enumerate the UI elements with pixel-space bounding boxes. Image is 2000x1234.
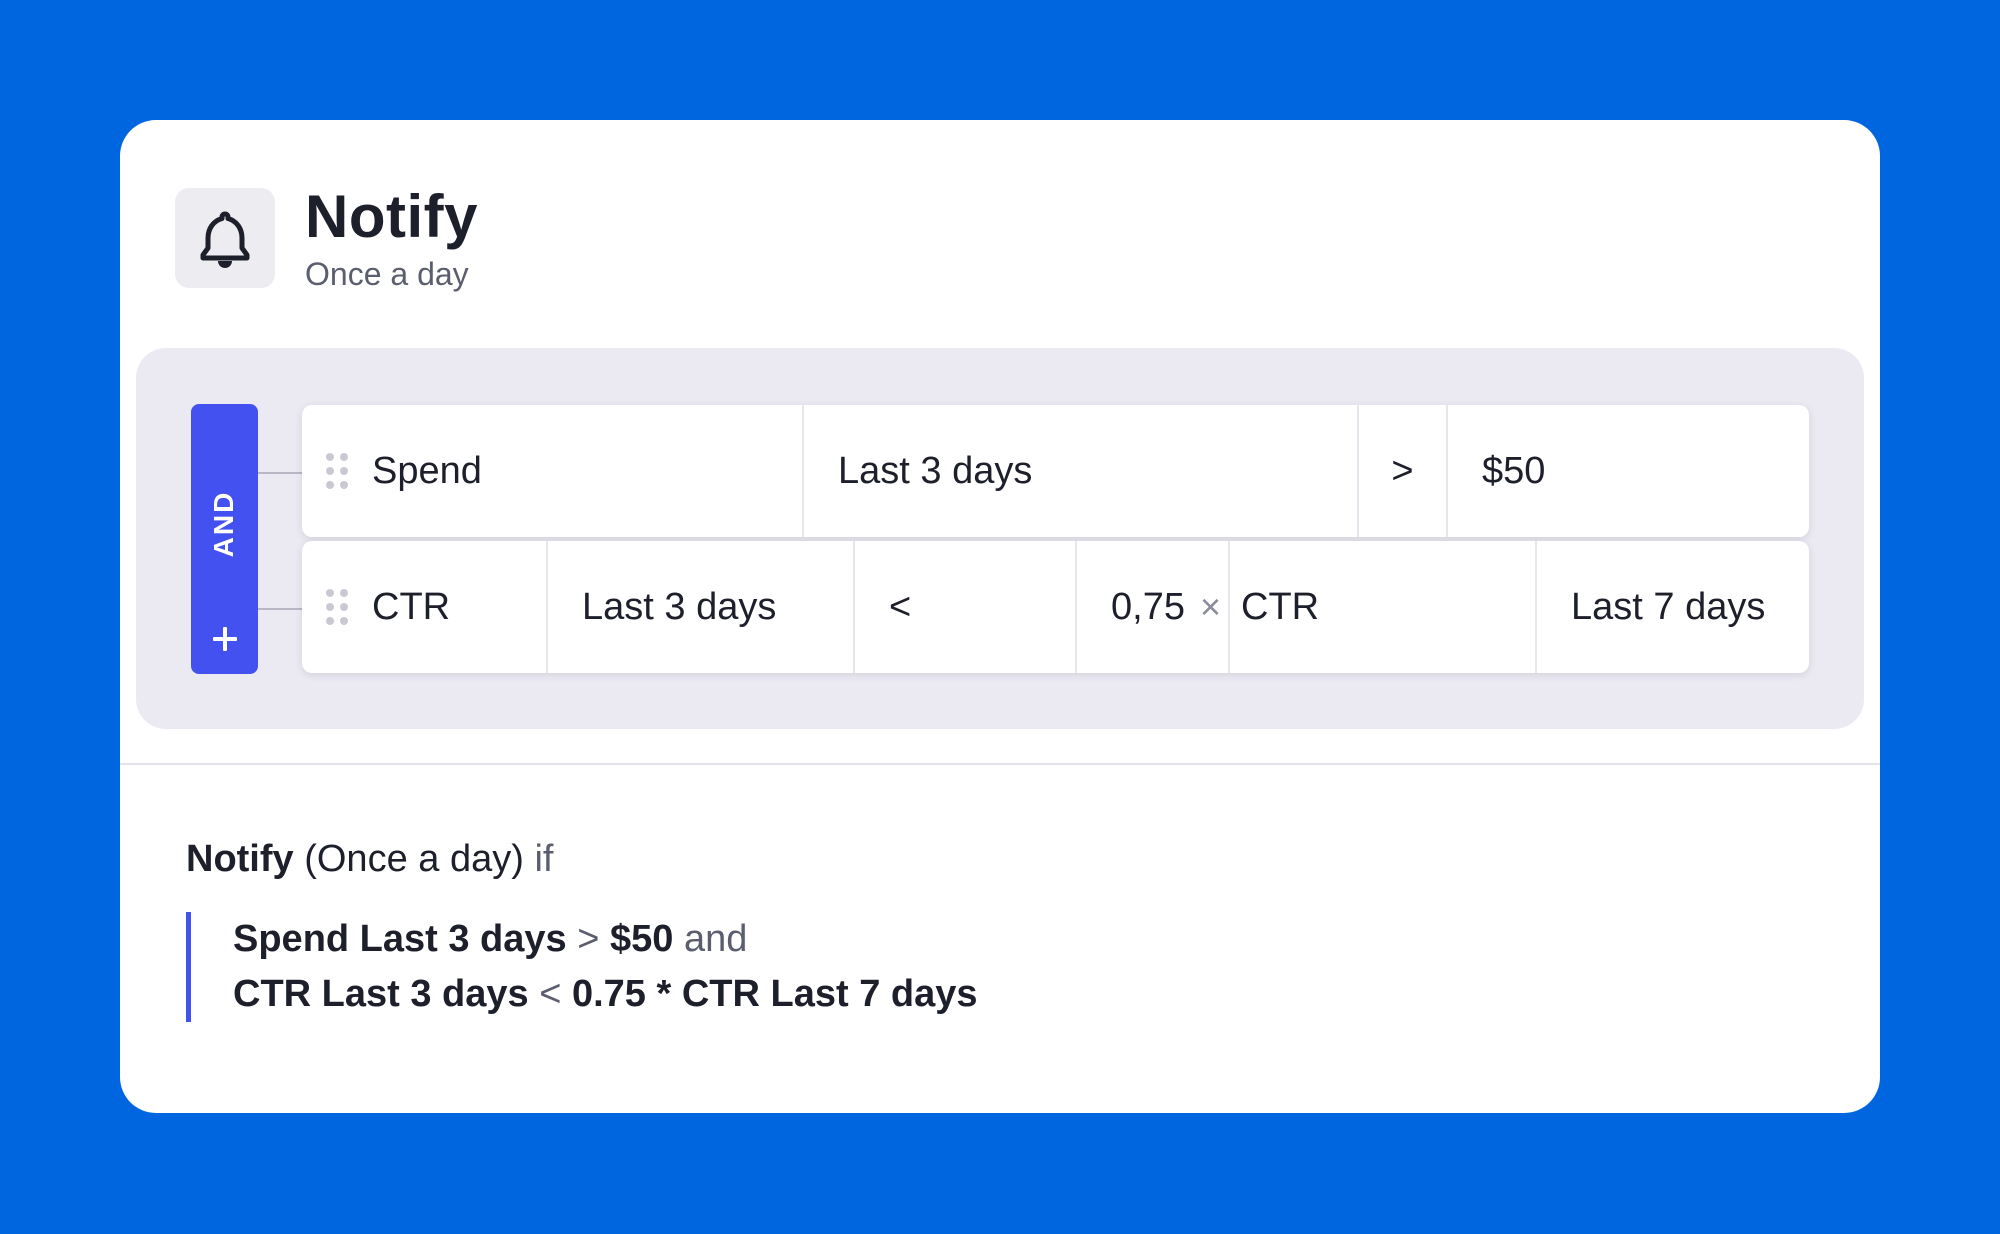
and-operator-label: AND — [208, 490, 239, 558]
page-title: Notify — [305, 183, 478, 250]
drag-handle-icon[interactable] — [326, 453, 348, 489]
period-select[interactable]: Last 3 days — [804, 405, 1359, 537]
summary-metric: CTR Last 3 days — [233, 973, 529, 1015]
threshold-value: $50 — [1482, 449, 1546, 492]
summary-condition-1: Spend Last 3 days > $50 and — [233, 912, 978, 967]
connector-line — [258, 608, 302, 610]
comparator-value: > — [1391, 449, 1414, 492]
metric-value: Spend — [372, 449, 482, 492]
summary-action: Notify — [186, 838, 294, 880]
add-condition-button[interactable] — [191, 614, 258, 664]
compare-period-select[interactable]: Last 7 days — [1537, 541, 1809, 673]
period-select[interactable]: Last 3 days — [548, 541, 855, 673]
metric-value: CTR — [372, 585, 451, 628]
plus-icon — [212, 627, 237, 651]
summary-condition-2: CTR Last 3 days < 0.75 * CTR Last 7 days — [233, 967, 978, 1022]
summary-expression: 0.75 * CTR Last 7 days — [571, 973, 978, 1015]
comparator-value: < — [889, 585, 912, 628]
summary-comparator: > — [577, 918, 600, 960]
metric-select[interactable]: Spend — [302, 405, 804, 537]
comparator-select[interactable]: < — [855, 541, 1077, 673]
condition-builder: AND Spend Last 3 days > $50 CTR Last 3 d… — [136, 348, 1864, 729]
bell-icon — [175, 188, 275, 288]
summary-if: if — [534, 838, 554, 880]
compare-period-value: Last 7 days — [1571, 585, 1766, 628]
summary-conjunction: and — [683, 918, 748, 960]
connector-line — [258, 472, 302, 474]
summary-frequency: (Once a day) — [304, 838, 524, 880]
condition-row: Spend Last 3 days > $50 — [302, 405, 1809, 537]
summary-comparator: < — [539, 973, 562, 1015]
compare-metric-select[interactable]: × CTR — [1200, 541, 1537, 673]
summary-heading: Notify (Once a day) if — [186, 836, 978, 882]
period-value: Last 3 days — [582, 585, 777, 628]
period-value: Last 3 days — [838, 449, 1033, 492]
condition-row: CTR Last 3 days < 0,75 × CTR Last 7 days — [302, 541, 1809, 673]
section-divider — [120, 763, 1880, 765]
summary-value: $50 — [610, 918, 674, 960]
metric-select[interactable]: CTR — [302, 541, 548, 673]
compare-metric-value: CTR — [1241, 585, 1320, 628]
notification-rule-card: Notify Once a day AND Spend Last 3 days … — [120, 120, 1880, 1113]
multiplier-value: 0,75 — [1111, 585, 1185, 628]
summary-metric: Spend Last 3 days — [233, 918, 567, 960]
rule-summary: Notify (Once a day) if Spend Last 3 days… — [186, 836, 978, 1022]
times-icon: × — [1200, 586, 1222, 627]
drag-handle-icon[interactable] — [326, 589, 348, 625]
summary-conditions: Spend Last 3 days > $50 and CTR Last 3 d… — [186, 912, 978, 1022]
frequency-subtitle[interactable]: Once a day — [305, 254, 478, 294]
value-input[interactable]: $50 — [1448, 405, 1809, 537]
comparator-select[interactable]: > — [1359, 405, 1448, 537]
and-operator-toggle[interactable]: AND — [191, 404, 258, 674]
rule-header: Notify Once a day — [175, 182, 478, 294]
